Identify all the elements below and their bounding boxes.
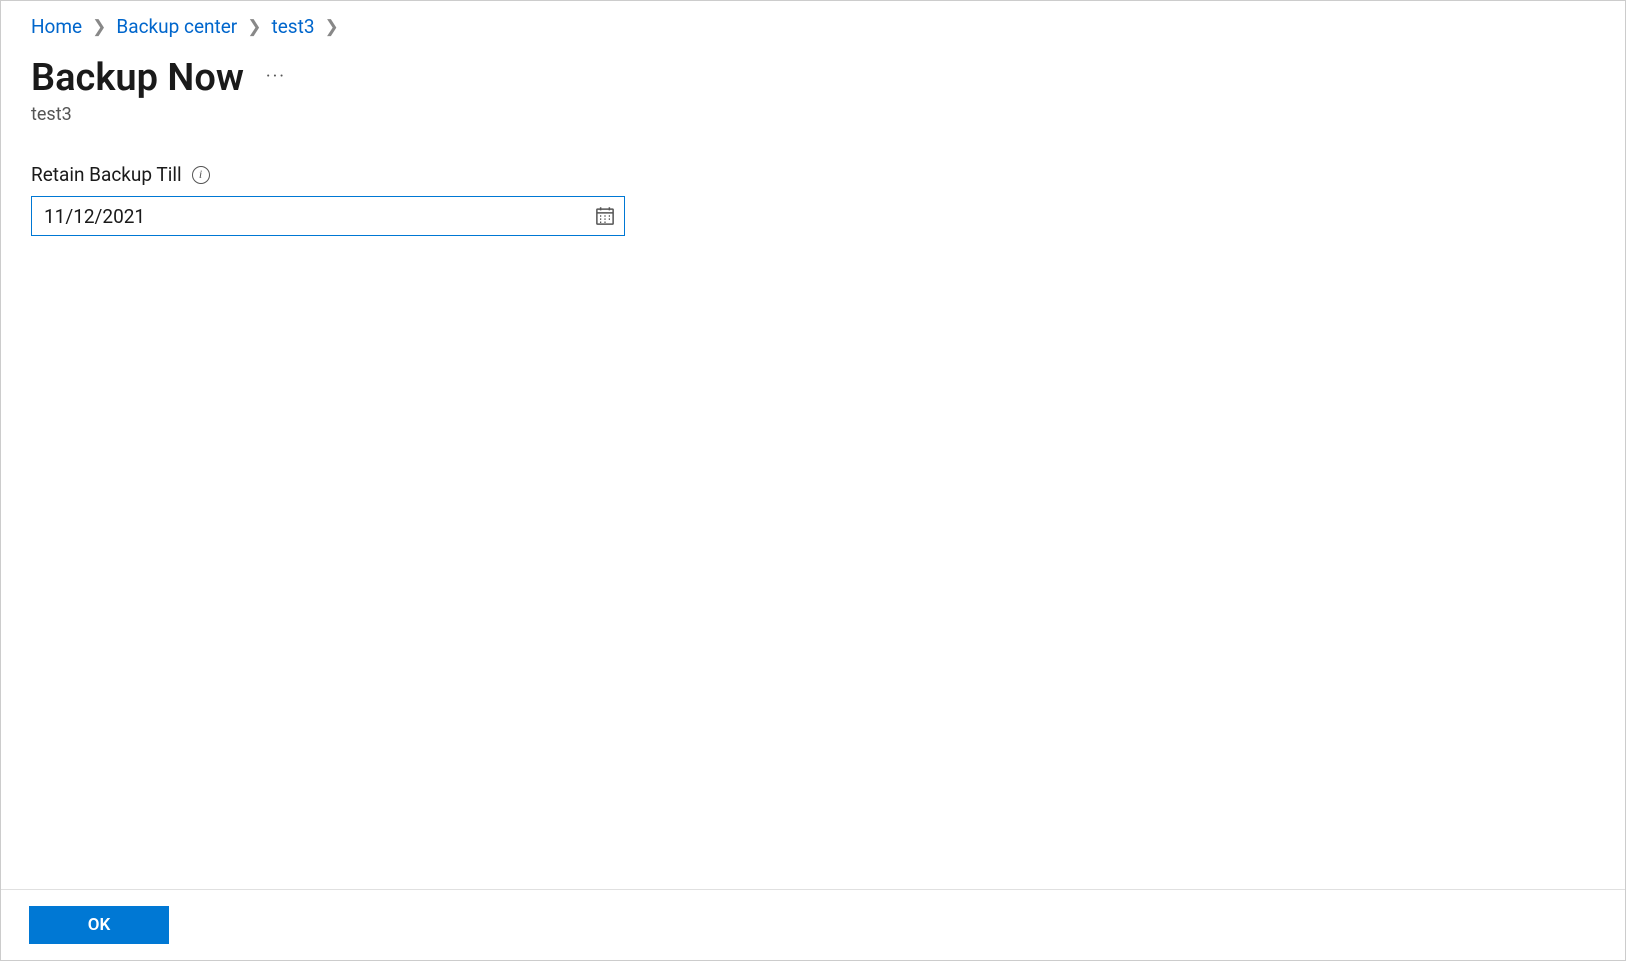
chevron-right-icon: ❯ [92,17,106,37]
chevron-right-icon: ❯ [325,17,339,37]
retain-backup-till-label: Retain Backup Till [31,163,182,186]
retain-backup-till-input[interactable] [31,196,625,236]
breadcrumb-link-home[interactable]: Home [31,15,82,38]
breadcrumb: Home ❯ Backup center ❯ test3 ❯ [1,1,1625,44]
page-header: Backup Now ··· test3 [1,44,1625,125]
breadcrumb-link-backup-center[interactable]: Backup center [116,15,237,38]
form-area: Retain Backup Till i [1,125,1625,236]
calendar-icon[interactable] [595,206,615,226]
info-icon[interactable]: i [192,166,210,184]
footer: OK [1,889,1625,960]
more-actions-button[interactable]: ··· [266,66,286,91]
page-subtitle: test3 [31,104,1595,125]
ok-button[interactable]: OK [29,906,169,944]
date-input-wrapper [31,196,625,236]
page-title: Backup Now [31,56,244,100]
chevron-right-icon: ❯ [247,17,261,37]
breadcrumb-link-test3[interactable]: test3 [272,15,315,38]
